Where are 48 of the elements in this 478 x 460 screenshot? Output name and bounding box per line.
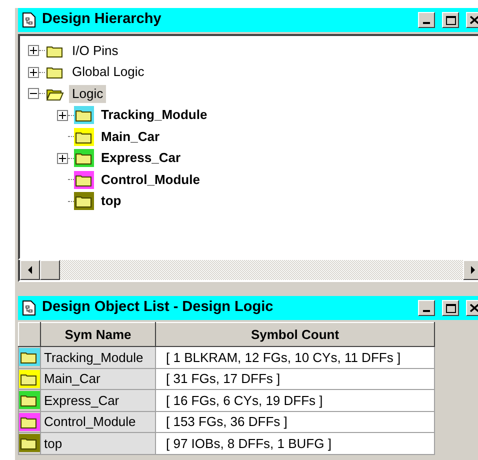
table-cell: Main_Car	[40, 368, 156, 390]
column-header[interactable]: Sym Name	[40, 322, 156, 346]
maximize-button[interactable]	[442, 300, 459, 316]
close-button[interactable]	[466, 300, 478, 316]
tree-item[interactable]: I/O Pins	[69, 42, 122, 60]
plus-icon	[30, 47, 37, 54]
tree-item[interactable]: Express_Car	[98, 149, 184, 168]
minimize-button[interactable]	[418, 300, 435, 316]
table-cell: top	[40, 432, 156, 454]
expand-toggle[interactable]	[57, 152, 68, 164]
expand-toggle[interactable]	[57, 110, 68, 121]
plus-icon	[59, 112, 66, 119]
expand-toggle[interactable]	[28, 45, 39, 56]
scroll-left-button[interactable]	[20, 260, 40, 280]
table-cell: Tracking_Module	[40, 346, 156, 368]
close-button[interactable]	[466, 12, 478, 28]
tree-item[interactable]: Tracking_Module	[98, 106, 210, 124]
plus-icon	[59, 154, 66, 162]
tree-item[interactable]: Main_Car	[98, 128, 163, 146]
document-icon	[22, 300, 36, 316]
column-header[interactable]: Symbol Count	[156, 322, 434, 346]
table-cell: [ 31 FGs, 17 DFFs ]	[156, 368, 434, 390]
scrollbar-thumb[interactable]	[40, 260, 60, 280]
tree-item[interactable]: Logic	[69, 84, 106, 103]
minimize-button[interactable]	[418, 12, 435, 28]
table-cell: Express_Car	[40, 390, 156, 411]
window-title: Design Object List - Design Logic	[42, 298, 274, 318]
table-cell: [ 16 FGs, 6 CYs, 19 DFFs ]	[156, 390, 434, 411]
expand-toggle[interactable]	[28, 66, 39, 78]
left-arrow-icon	[27, 266, 33, 274]
collapse-toggle[interactable]	[28, 88, 39, 100]
window-title: Design Hierarchy	[42, 10, 162, 30]
close-icon	[470, 304, 478, 312]
maximize-icon	[446, 304, 456, 312]
scroll-right-button[interactable]	[463, 260, 478, 280]
document-icon	[22, 12, 36, 28]
maximize-icon	[446, 16, 456, 24]
plus-icon	[30, 68, 37, 76]
table-cell: [ 153 FGs, 36 DFFs ]	[156, 411, 434, 432]
maximize-button[interactable]	[442, 12, 459, 28]
tree-item[interactable]: top	[98, 192, 124, 210]
close-icon	[470, 16, 478, 24]
right-arrow-icon	[470, 266, 476, 274]
table-cell: [ 97 IOBs, 8 DFFs, 1 BUFG ]	[156, 432, 434, 454]
table-cell: [ 1 BLKRAM, 12 FGs, 10 CYs, 11 DFFs ]	[156, 346, 434, 368]
table-cell: Control_Module	[40, 411, 156, 432]
tree-item[interactable]: Control_Module	[98, 170, 203, 189]
tree-item[interactable]: Global Logic	[69, 63, 148, 82]
